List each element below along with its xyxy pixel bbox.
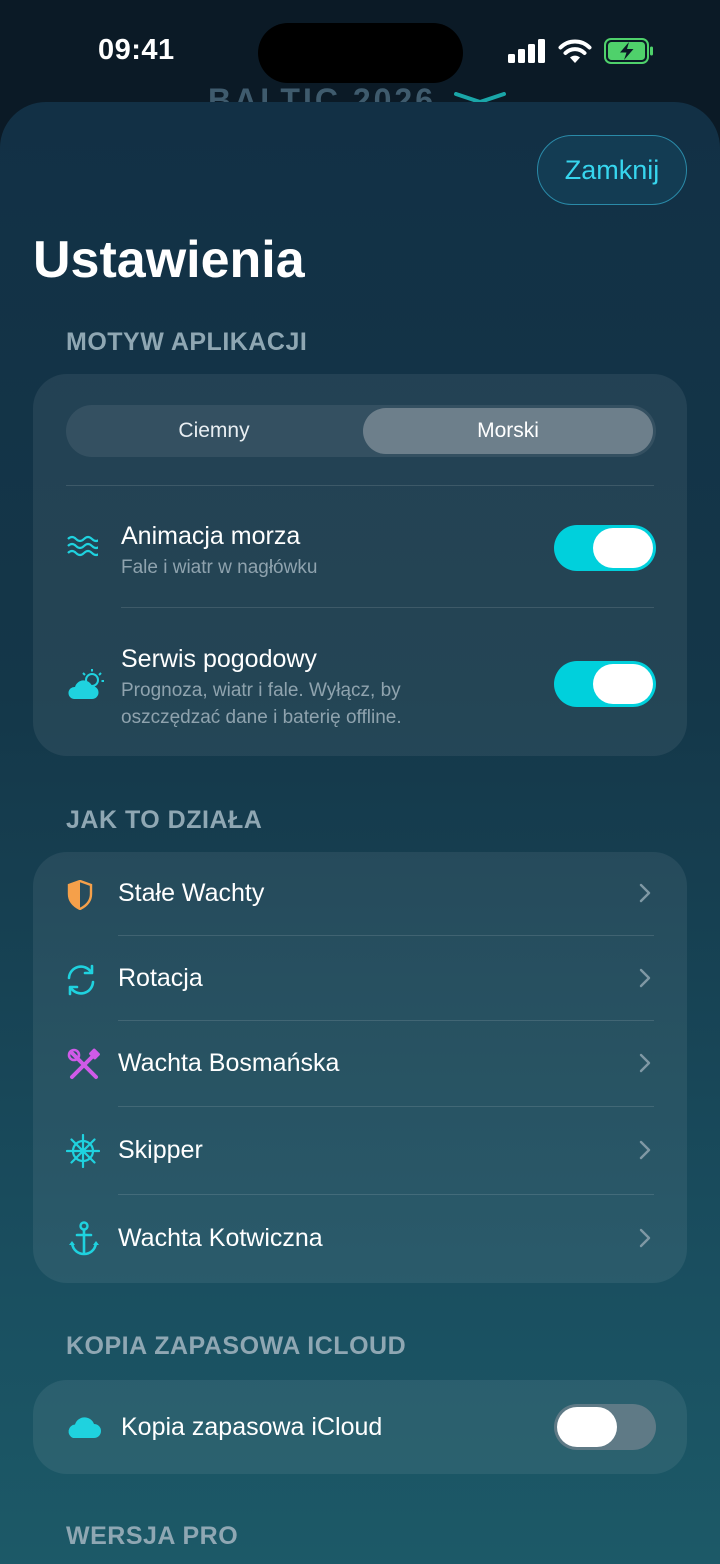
chevron-right-icon: [639, 1228, 651, 1248]
anchor-icon: [69, 1221, 99, 1256]
cloud-sun-icon: [66, 668, 106, 702]
dynamic-island: [258, 23, 463, 83]
divider: [66, 485, 654, 486]
rotate-icon: [67, 964, 95, 996]
toggle-weather-service[interactable]: [554, 661, 656, 707]
row-subtitle-weather-line2: oszczędzać dane i baterię offline.: [121, 707, 402, 728]
list-item-bosun-watch[interactable]: Wachta Bosmańska: [33, 1022, 687, 1108]
segment-marine[interactable]: Morski: [363, 408, 653, 454]
segment-dark[interactable]: Ciemny: [69, 408, 359, 454]
cloud-icon: [68, 1417, 101, 1438]
chevron-right-icon: [639, 1140, 651, 1160]
section-header-theme: MOTYW APLIKACJI: [66, 328, 308, 356]
divider: [118, 1020, 654, 1021]
divider: [118, 935, 654, 936]
divider: [118, 1106, 654, 1107]
section-header-pro: WERSJA PRO: [66, 1522, 239, 1550]
shield-icon: [67, 880, 93, 910]
row-subtitle-weather-line1: Prognoza, wiatr i fale. Wyłącz, by: [121, 680, 401, 701]
icloud-backup-card: Kopia zapasowa iCloud: [33, 1380, 687, 1474]
list-item-rotation[interactable]: Rotacja: [33, 937, 687, 1023]
list-item-skipper[interactable]: Skipper: [33, 1109, 687, 1195]
toggle-knob: [593, 528, 653, 568]
tools-icon: [67, 1048, 100, 1079]
list-item-label: Stałe Wachty: [118, 879, 265, 907]
list-item-anchor-watch[interactable]: Wachta Kotwiczna: [33, 1197, 687, 1283]
chevron-right-icon: [639, 968, 651, 988]
wifi-icon: [558, 39, 592, 63]
section-header-icloud-backup: KOPIA ZAPASOWA ICLOUD: [66, 1332, 407, 1360]
divider: [121, 607, 654, 608]
row-title-icloud-backup: Kopia zapasowa iCloud: [121, 1413, 383, 1441]
divider: [118, 1194, 654, 1195]
list-item-label: Skipper: [118, 1136, 203, 1164]
battery-icon: [604, 38, 653, 64]
page-title: Ustawienia: [33, 231, 305, 289]
how-it-works-card: Stałe Wachty Rotacja Wachta Bosmańska Sk…: [33, 852, 687, 1283]
toggle-sea-animation[interactable]: [554, 525, 656, 571]
list-item-label: Wachta Kotwiczna: [118, 1224, 323, 1252]
row-title-weather-service: Serwis pogodowy: [121, 645, 317, 673]
status-icons: [508, 38, 654, 64]
status-time: 09:41: [98, 34, 175, 66]
helm-icon: [66, 1134, 100, 1168]
settings-sheet: Zamknij Ustawienia MOTYW APLIKACJI Ciemn…: [0, 102, 720, 1564]
row-title-sea-animation: Animacja morza: [121, 522, 301, 550]
toggle-knob: [557, 1407, 617, 1447]
section-header-how-it-works: JAK TO DZIAŁA: [66, 806, 263, 834]
waves-icon: [66, 530, 98, 562]
toggle-knob: [593, 664, 653, 704]
close-button[interactable]: Zamknij: [537, 135, 687, 205]
list-item-fixed-watches[interactable]: Stałe Wachty: [33, 852, 687, 938]
toggle-icloud-backup[interactable]: [554, 1404, 656, 1450]
chevron-right-icon: [639, 1053, 651, 1073]
signal-icon: [508, 39, 545, 63]
chevron-right-icon: [639, 883, 651, 903]
list-item-label: Wachta Bosmańska: [118, 1049, 340, 1077]
list-item-label: Rotacja: [118, 964, 203, 992]
row-subtitle-sea-animation: Fale i wiatr w nagłówku: [121, 557, 318, 578]
theme-segmented-control: Ciemny Morski: [66, 405, 656, 457]
theme-card: Ciemny Morski Animacja morza Fale i wiat…: [33, 374, 687, 756]
